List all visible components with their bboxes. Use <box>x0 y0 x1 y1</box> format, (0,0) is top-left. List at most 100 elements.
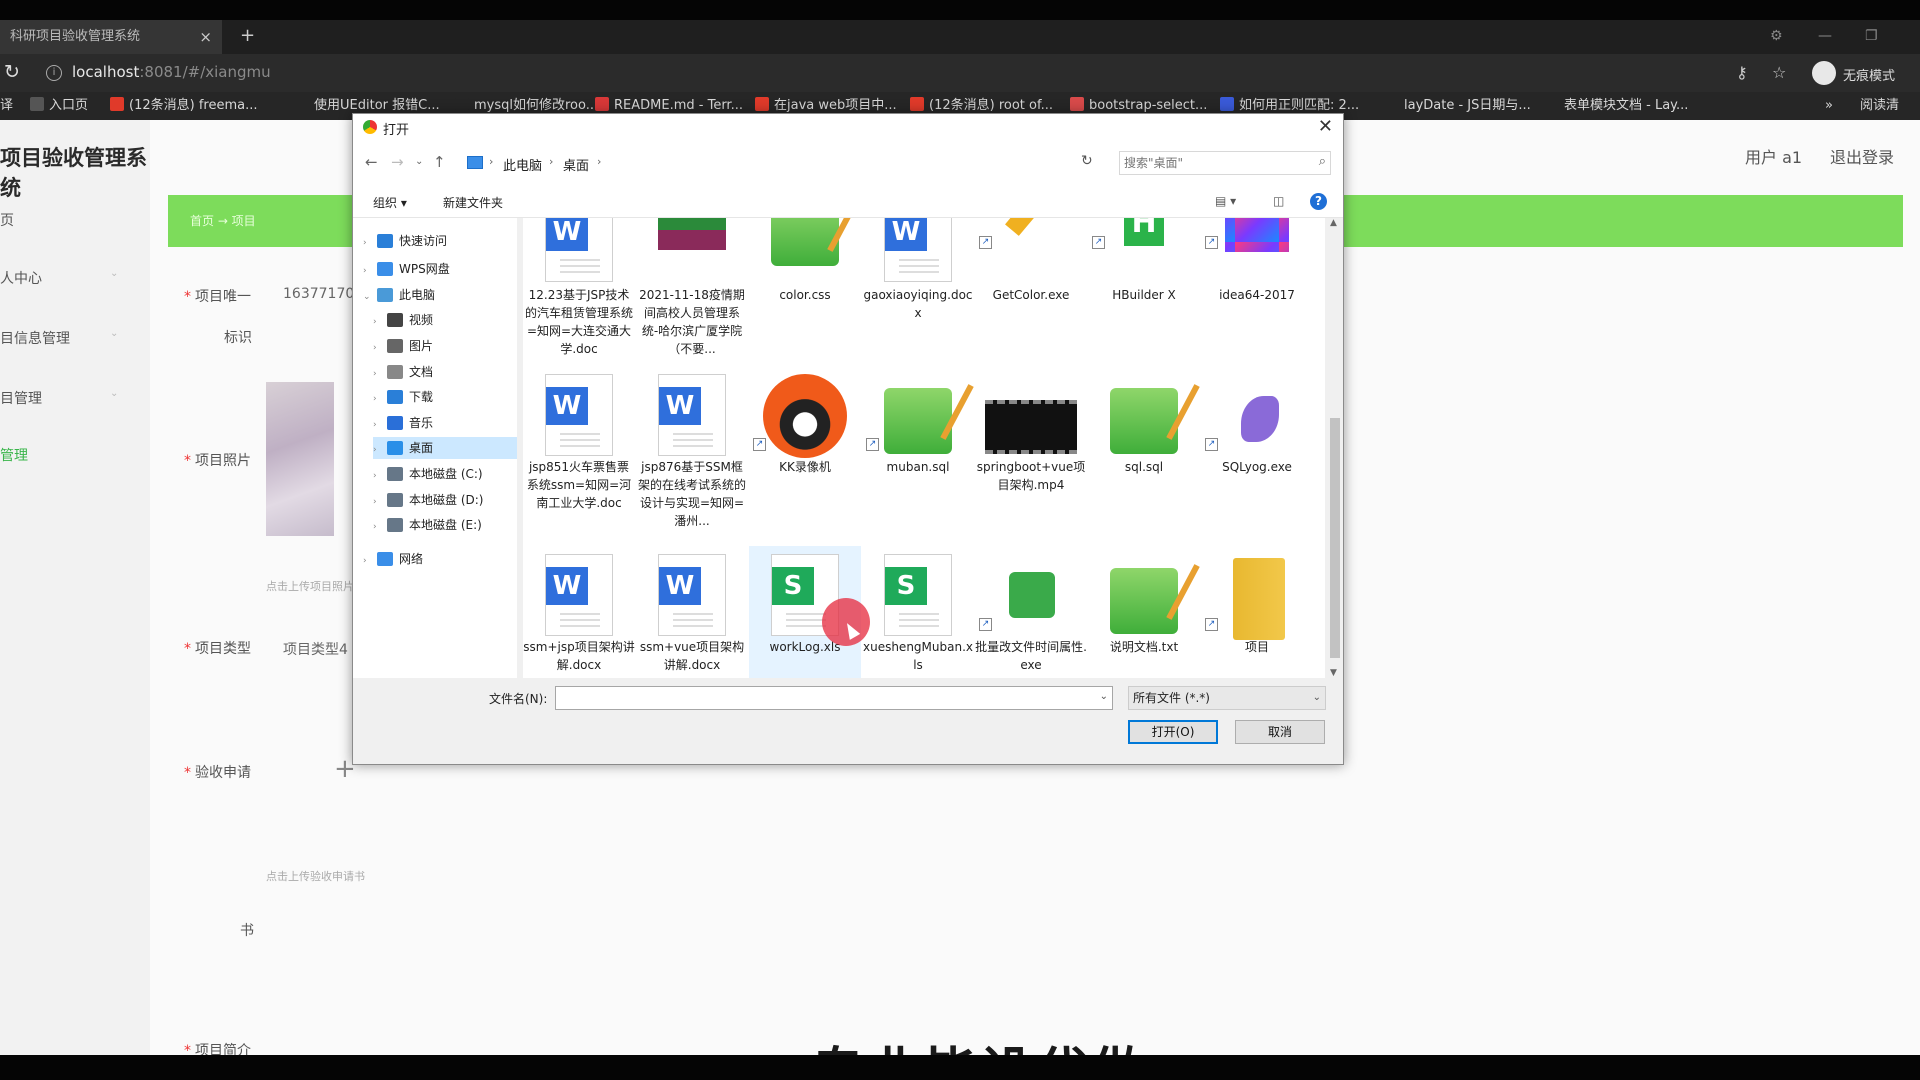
field-id-value[interactable]: 16377170 <box>283 286 354 302</box>
minimize-icon[interactable]: — <box>1818 20 1832 52</box>
organize-menu[interactable]: 组织 ▾ <box>373 194 407 211</box>
project-photo[interactable] <box>266 382 334 536</box>
nav-tree-item[interactable]: › 图片 <box>373 335 517 357</box>
forward-arrow-icon[interactable]: → <box>391 153 404 171</box>
chevron-right-icon[interactable]: › <box>363 550 377 572</box>
nav-tree-item[interactable]: › 本地磁盘 (C:) <box>373 463 517 485</box>
file-item[interactable]: SxueshengMuban.xls <box>862 546 974 678</box>
chevron-right-icon[interactable]: › <box>373 388 387 410</box>
up-arrow-icon[interactable]: ↑ <box>433 153 446 171</box>
nav-tree-item[interactable]: › 下载 <box>373 386 517 408</box>
file-item[interactable]: ↗ muban.sql <box>862 366 974 516</box>
bookmark-item[interactable]: 入口页 <box>30 92 88 120</box>
chevron-right-icon[interactable]: › <box>373 516 387 538</box>
sidebar-item[interactable]: 页 <box>0 210 14 230</box>
file-item[interactable]: color.css <box>749 218 861 356</box>
file-list-scrollbar[interactable]: ▲ ▼ <box>1327 218 1343 678</box>
file-item[interactable]: 2021-11-18疫情期间高校人员管理系统-哈尔滨广厦学院（不要... <box>636 218 748 356</box>
chevron-right-icon[interactable]: › <box>363 260 377 282</box>
maximize-icon[interactable]: ❐ <box>1865 20 1878 52</box>
file-item[interactable]: 说明文档.txt <box>1088 546 1200 678</box>
sidebar-item[interactable]: 管理 <box>0 445 28 465</box>
new-folder-button[interactable]: 新建文件夹 <box>443 194 503 211</box>
file-item[interactable]: Wjsp851火车票售票系统ssm=知网=河南工业大学.doc <box>523 366 635 516</box>
reload-icon[interactable]: ↻ <box>4 61 20 83</box>
file-item[interactable]: springboot+vue项目架构.mp4 <box>975 366 1087 516</box>
file-item[interactable]: ↗ 项目 <box>1201 546 1313 678</box>
crumb-item[interactable]: 桌面 <box>563 155 589 174</box>
file-item[interactable]: Wgaoxiaoyiqing.docx <box>862 218 974 356</box>
file-item[interactable]: Wjsp876基于SSM框架的在线考试系统的设计与实现=知网=潘州... <box>636 366 748 528</box>
nav-tree-item[interactable]: › 文档 <box>373 361 517 383</box>
nav-tree-item[interactable]: › WPS网盘 <box>363 258 517 280</box>
file-item[interactable]: H ↗ HBuilder X <box>1088 218 1200 356</box>
key-icon[interactable]: ⚷ <box>1736 63 1748 82</box>
sidebar-item[interactable]: 人中心 ⌄ <box>0 268 118 288</box>
chevron-down-icon[interactable]: ⌄ <box>1100 691 1108 702</box>
scroll-up-icon[interactable]: ▲ <box>1330 218 1337 228</box>
file-item[interactable]: ↗ KK录像机 <box>749 366 861 516</box>
nav-tree-item[interactable]: › 视频 <box>373 309 517 331</box>
file-item[interactable]: ↗ idea64-2017 <box>1201 218 1313 356</box>
back-arrow-icon[interactable]: ← <box>365 153 378 171</box>
filename-field[interactable]: ⌄ <box>555 686 1113 710</box>
file-item[interactable]: ↗ GetColor.exe <box>975 218 1087 356</box>
extension-icon[interactable]: ⚙ <box>1770 20 1783 52</box>
chevron-right-icon[interactable]: › <box>373 337 387 359</box>
browser-tab[interactable]: 科研项目验收管理系统 × <box>0 20 222 54</box>
chevron-down-icon[interactable]: ⌄ <box>363 286 377 308</box>
reading-list-button[interactable]: 阅读清 <box>1860 92 1899 120</box>
type-value[interactable]: 项目类型4 <box>283 639 348 659</box>
path-breadcrumb[interactable]: › 此电脑 › 桌面 › ⌄ <box>465 151 1169 175</box>
recent-dropdown-icon[interactable]: ⌄ <box>415 156 423 167</box>
bookmark-item[interactable]: 表单模块文档 - Lay... <box>1545 92 1688 120</box>
crumb-item[interactable]: 此电脑 <box>503 155 542 174</box>
file-item[interactable]: Wssm+jsp项目架构讲解.docx <box>523 546 635 678</box>
new-tab-button[interactable]: + <box>240 20 255 52</box>
chevron-right-icon[interactable]: › <box>373 491 387 513</box>
bookmark-item[interactable]: (12条消息) freema... <box>110 92 257 120</box>
bookmark-item[interactable]: 译 <box>0 92 13 120</box>
help-icon[interactable]: ? <box>1310 193 1327 210</box>
nav-tree-item[interactable]: › 本地磁盘 (D:) <box>373 489 517 511</box>
file-item[interactable]: sql.sql <box>1088 366 1200 516</box>
chevron-right-icon[interactable]: › <box>373 439 387 461</box>
tab-close-icon[interactable]: × <box>199 20 212 54</box>
filetype-select[interactable]: 所有文件 (*.*) ⌄ <box>1128 686 1326 710</box>
nav-tree-item[interactable]: › 音乐 <box>373 412 517 434</box>
nav-tree-item[interactable]: ⌄ 此电脑 <box>363 284 517 306</box>
file-item[interactable]: ↗ 批量改文件时间属性.exe <box>975 546 1087 678</box>
refresh-icon[interactable]: ↻ <box>1081 153 1093 169</box>
star-icon[interactable]: ☆ <box>1772 63 1786 82</box>
url-field[interactable]: localhost:8081/#/xiangmu <box>72 63 271 81</box>
view-mode-icon[interactable]: ▤ ▾ <box>1215 194 1236 208</box>
filename-input[interactable] <box>560 689 1090 707</box>
site-info-icon[interactable]: i <box>46 65 62 81</box>
bookmarks-more-icon[interactable]: » <box>1825 92 1833 120</box>
open-button[interactable]: 打开(O) <box>1128 720 1218 744</box>
nav-tree-item[interactable]: › 桌面 <box>373 437 517 459</box>
sidebar-item[interactable]: 目信息管理 ⌄ <box>0 328 118 348</box>
photo-upload-hint[interactable]: 点击上传项目照片 <box>266 578 354 594</box>
incognito-icon[interactable] <box>1812 61 1836 85</box>
dialog-search[interactable]: ⌕ <box>1119 151 1331 175</box>
preview-pane-icon[interactable]: ◫ <box>1273 194 1284 208</box>
nav-tree-item[interactable]: › 本地磁盘 (E:) <box>373 514 517 536</box>
scroll-thumb[interactable] <box>1330 418 1340 658</box>
nav-tree-item[interactable]: › 网络 <box>363 548 517 570</box>
file-item[interactable]: W 12.23基于JSP技术的汽车租赁管理系统=知网=大连交通大学.doc <box>523 218 635 356</box>
apply-upload-hint[interactable]: 点击上传验收申请书 <box>266 868 365 884</box>
logout-link[interactable]: 退出登录 <box>1830 144 1894 168</box>
scroll-down-icon[interactable]: ▼ <box>1330 668 1337 678</box>
file-item[interactable]: ↗ SQLyog.exe <box>1201 366 1313 516</box>
chevron-right-icon[interactable]: › <box>373 311 387 333</box>
chevron-right-icon[interactable]: › <box>373 363 387 385</box>
bookmark-item[interactable]: layDate - JS日期与... <box>1385 92 1531 120</box>
cancel-button[interactable]: 取消 <box>1235 720 1325 744</box>
file-item[interactable]: Wssm+vue项目架构讲解.docx <box>636 546 748 678</box>
chevron-right-icon[interactable]: › <box>373 465 387 487</box>
search-input[interactable] <box>1124 154 1304 172</box>
chevron-right-icon[interactable]: › <box>373 414 387 436</box>
dialog-close-icon[interactable]: ✕ <box>1318 116 1333 137</box>
chevron-right-icon[interactable]: › <box>363 232 377 254</box>
